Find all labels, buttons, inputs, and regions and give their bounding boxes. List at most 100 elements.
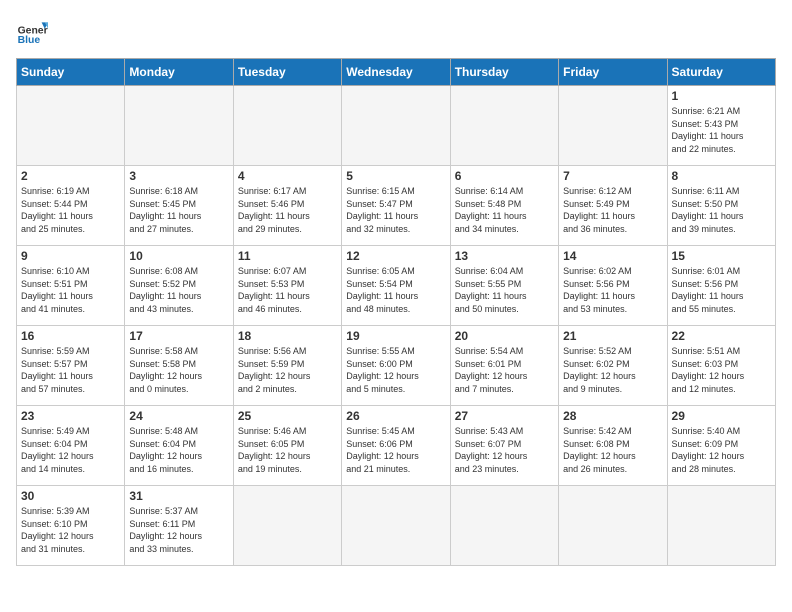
calendar-cell: 21Sunrise: 5:52 AM Sunset: 6:02 PM Dayli… — [559, 326, 667, 406]
day-info: Sunrise: 5:56 AM Sunset: 5:59 PM Dayligh… — [238, 345, 337, 395]
day-info: Sunrise: 6:08 AM Sunset: 5:52 PM Dayligh… — [129, 265, 228, 315]
calendar-cell — [233, 86, 341, 166]
day-number: 30 — [21, 489, 120, 503]
calendar-cell: 1 Sunrise: 6:21 AM Sunset: 5:43 PM Daylig… — [667, 86, 775, 166]
day-number: 22 — [672, 329, 771, 343]
day-info: Sunrise: 5:58 AM Sunset: 5:58 PM Dayligh… — [129, 345, 228, 395]
calendar-cell: 25Sunrise: 5:46 AM Sunset: 6:05 PM Dayli… — [233, 406, 341, 486]
weekday-monday: Monday — [125, 59, 233, 86]
calendar-cell: 29 Sunrise: 5:40 AM Sunset: 6:09 PM Dayli… — [667, 406, 775, 486]
calendar-cell: 10 Sunrise: 6:08 AM Sunset: 5:52 PM Dayli… — [125, 246, 233, 326]
calendar-cell: 22 Sunrise: 5:51 AM Sunset: 6:03 PM Dayli… — [667, 326, 775, 406]
calendar-week-5: 23 Sunrise: 5:49 AM Sunset: 6:04 PM Dayli… — [17, 406, 776, 486]
calendar-cell — [233, 486, 341, 566]
day-info: Sunrise: 6:02 AM Sunset: 5:56 PM Dayligh… — [563, 265, 662, 315]
weekday-wednesday: Wednesday — [342, 59, 450, 86]
day-info: Sunrise: 6:04 AM Sunset: 5:55 PM Dayligh… — [455, 265, 554, 315]
day-info: Sunrise: 6:01 AM Sunset: 5:56 PM Dayligh… — [672, 265, 771, 315]
calendar-cell — [559, 86, 667, 166]
calendar-cell: 24 Sunrise: 5:48 AM Sunset: 6:04 PM Dayli… — [125, 406, 233, 486]
day-info: Sunrise: 6:11 AM Sunset: 5:50 PM Dayligh… — [672, 185, 771, 235]
calendar-cell: 8Sunrise: 6:11 AM Sunset: 5:50 PM Daylig… — [667, 166, 775, 246]
day-number: 10 — [129, 249, 228, 263]
calendar-cell: 11 Sunrise: 6:07 AM Sunset: 5:53 PM Dayli… — [233, 246, 341, 326]
calendar-cell — [17, 86, 125, 166]
calendar-cell: 3 Sunrise: 6:18 AM Sunset: 5:45 PM Daylig… — [125, 166, 233, 246]
day-number: 3 — [129, 169, 228, 183]
day-number: 23 — [21, 409, 120, 423]
calendar-cell — [559, 486, 667, 566]
day-number: 1 — [672, 89, 771, 103]
day-number: 13 — [455, 249, 554, 263]
calendar-cell: 7Sunrise: 6:12 AM Sunset: 5:49 PM Daylig… — [559, 166, 667, 246]
day-info: Sunrise: 6:17 AM Sunset: 5:46 PM Dayligh… — [238, 185, 337, 235]
calendar-cell: 17 Sunrise: 5:58 AM Sunset: 5:58 PM Dayli… — [125, 326, 233, 406]
day-info: Sunrise: 5:37 AM Sunset: 6:11 PM Dayligh… — [129, 505, 228, 555]
calendar-cell: 26Sunrise: 5:45 AM Sunset: 6:06 PM Dayli… — [342, 406, 450, 486]
calendar-cell: 6Sunrise: 6:14 AM Sunset: 5:48 PM Daylig… — [450, 166, 558, 246]
day-info: Sunrise: 6:15 AM Sunset: 5:47 PM Dayligh… — [346, 185, 445, 235]
calendar-table: SundayMondayTuesdayWednesdayThursdayFrid… — [16, 58, 776, 566]
calendar-cell: 27Sunrise: 5:43 AM Sunset: 6:07 PM Dayli… — [450, 406, 558, 486]
calendar-cell — [125, 86, 233, 166]
calendar-cell: 31 Sunrise: 5:37 AM Sunset: 6:11 PM Dayli… — [125, 486, 233, 566]
day-info: Sunrise: 6:05 AM Sunset: 5:54 PM Dayligh… — [346, 265, 445, 315]
weekday-sunday: Sunday — [17, 59, 125, 86]
calendar-body: 1 Sunrise: 6:21 AM Sunset: 5:43 PM Daylig… — [17, 86, 776, 566]
calendar-week-4: 16 Sunrise: 5:59 AM Sunset: 5:57 PM Dayli… — [17, 326, 776, 406]
calendar-cell: 28Sunrise: 5:42 AM Sunset: 6:08 PM Dayli… — [559, 406, 667, 486]
calendar-cell — [342, 486, 450, 566]
calendar-cell: 18 Sunrise: 5:56 AM Sunset: 5:59 PM Dayli… — [233, 326, 341, 406]
logo: General Blue — [16, 16, 48, 48]
day-number: 9 — [21, 249, 120, 263]
day-number: 20 — [455, 329, 554, 343]
day-info: Sunrise: 5:39 AM Sunset: 6:10 PM Dayligh… — [21, 505, 120, 555]
day-number: 15 — [672, 249, 771, 263]
calendar-week-6: 30 Sunrise: 5:39 AM Sunset: 6:10 PM Dayli… — [17, 486, 776, 566]
svg-text:Blue: Blue — [18, 35, 41, 46]
day-info: Sunrise: 6:07 AM Sunset: 5:53 PM Dayligh… — [238, 265, 337, 315]
page-header: General Blue — [16, 16, 776, 48]
day-info: Sunrise: 5:42 AM Sunset: 6:08 PM Dayligh… — [563, 425, 662, 475]
day-number: 5 — [346, 169, 445, 183]
day-info: Sunrise: 6:18 AM Sunset: 5:45 PM Dayligh… — [129, 185, 228, 235]
day-info: Sunrise: 6:10 AM Sunset: 5:51 PM Dayligh… — [21, 265, 120, 315]
day-info: Sunrise: 6:19 AM Sunset: 5:44 PM Dayligh… — [21, 185, 120, 235]
day-info: Sunrise: 5:40 AM Sunset: 6:09 PM Dayligh… — [672, 425, 771, 475]
weekday-thursday: Thursday — [450, 59, 558, 86]
day-info: Sunrise: 5:59 AM Sunset: 5:57 PM Dayligh… — [21, 345, 120, 395]
calendar-cell: 13 Sunrise: 6:04 AM Sunset: 5:55 PM Dayli… — [450, 246, 558, 326]
calendar-week-1: 1 Sunrise: 6:21 AM Sunset: 5:43 PM Daylig… — [17, 86, 776, 166]
calendar-cell — [450, 86, 558, 166]
day-number: 2 — [21, 169, 120, 183]
day-number: 11 — [238, 249, 337, 263]
day-number: 18 — [238, 329, 337, 343]
day-info: Sunrise: 5:48 AM Sunset: 6:04 PM Dayligh… — [129, 425, 228, 475]
day-number: 29 — [672, 409, 771, 423]
calendar-cell: 30 Sunrise: 5:39 AM Sunset: 6:10 PM Dayli… — [17, 486, 125, 566]
calendar-cell: 15 Sunrise: 6:01 AM Sunset: 5:56 PM Dayli… — [667, 246, 775, 326]
calendar-cell: 9 Sunrise: 6:10 AM Sunset: 5:51 PM Daylig… — [17, 246, 125, 326]
calendar-cell: 2 Sunrise: 6:19 AM Sunset: 5:44 PM Daylig… — [17, 166, 125, 246]
day-number: 16 — [21, 329, 120, 343]
day-number: 31 — [129, 489, 228, 503]
day-info: Sunrise: 5:51 AM Sunset: 6:03 PM Dayligh… — [672, 345, 771, 395]
day-info: Sunrise: 5:52 AM Sunset: 6:02 PM Dayligh… — [563, 345, 662, 395]
weekday-saturday: Saturday — [667, 59, 775, 86]
day-info: Sunrise: 5:49 AM Sunset: 6:04 PM Dayligh… — [21, 425, 120, 475]
day-number: 17 — [129, 329, 228, 343]
day-info: Sunrise: 5:54 AM Sunset: 6:01 PM Dayligh… — [455, 345, 554, 395]
day-number: 19 — [346, 329, 445, 343]
day-number: 12 — [346, 249, 445, 263]
day-number: 4 — [238, 169, 337, 183]
calendar-cell: 20 Sunrise: 5:54 AM Sunset: 6:01 PM Dayli… — [450, 326, 558, 406]
calendar-cell: 23 Sunrise: 5:49 AM Sunset: 6:04 PM Dayli… — [17, 406, 125, 486]
calendar-week-2: 2 Sunrise: 6:19 AM Sunset: 5:44 PM Daylig… — [17, 166, 776, 246]
day-info: Sunrise: 5:45 AM Sunset: 6:06 PM Dayligh… — [346, 425, 445, 475]
calendar-cell — [450, 486, 558, 566]
day-info: Sunrise: 6:21 AM Sunset: 5:43 PM Dayligh… — [672, 105, 771, 155]
logo-icon: General Blue — [16, 16, 48, 48]
day-number: 7 — [563, 169, 662, 183]
day-number: 24 — [129, 409, 228, 423]
day-info: Sunrise: 5:43 AM Sunset: 6:07 PM Dayligh… — [455, 425, 554, 475]
